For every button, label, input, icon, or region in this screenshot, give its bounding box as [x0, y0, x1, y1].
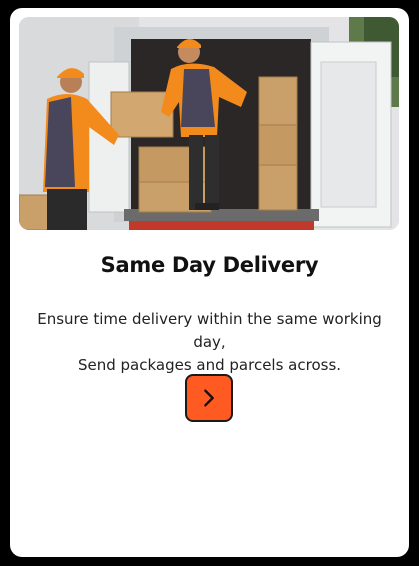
card-title: Same Day Delivery — [100, 253, 319, 277]
card-action-button[interactable] — [185, 374, 233, 422]
delivery-illustration — [19, 17, 399, 230]
card-description-line: Ensure time delivery within the same wor… — [37, 310, 382, 351]
card-description: Ensure time delivery within the same wor… — [30, 308, 389, 377]
delivery-photo — [19, 17, 399, 230]
chevron-right-icon — [204, 389, 214, 407]
service-card: Same Day Delivery Ensure time delivery w… — [10, 8, 409, 557]
